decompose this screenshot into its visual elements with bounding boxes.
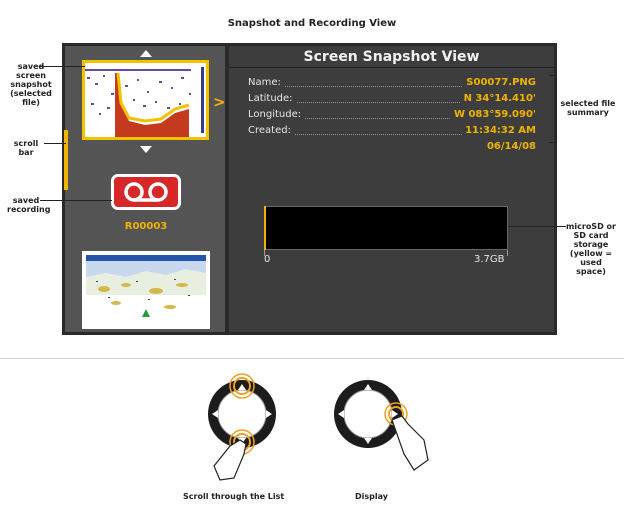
recording-label: R00003: [124, 221, 168, 232]
storage-min-label: 0: [264, 254, 271, 265]
storage-max-label: 3.7GB: [474, 254, 505, 265]
created-date: 06/14/08: [486, 141, 536, 152]
selected-file-summary: Name: S00077.PNG Latitude: N 34°14.410' …: [244, 75, 544, 155]
hand-icon: [213, 439, 247, 481]
storage-bar: [264, 206, 508, 250]
callout-scroll-bar: scroll bar: [13, 139, 39, 157]
page-heading: Snapshot and Recording View: [227, 18, 397, 29]
saved-snapshot-thumbnail[interactable]: [82, 60, 209, 140]
dial-icon: [208, 373, 276, 481]
caption-display: Display: [355, 492, 388, 501]
callout-bracket-top: [549, 75, 557, 76]
callout-bracket-summary: [556, 75, 557, 143]
name-label: Name:: [248, 77, 284, 88]
info-row-longitude: Longitude: W 083°59.090': [244, 107, 544, 123]
callout-line-recording: [40, 200, 112, 201]
storage-max-tick: [507, 250, 508, 256]
section-divider: [0, 358, 624, 359]
hand-icon: [391, 415, 429, 471]
arrow-down-icon[interactable]: [140, 146, 152, 153]
callout-storage: microSD or SD card storage (yellow = use…: [566, 222, 616, 276]
info-row-latitude: Latitude: N 34°14.410': [244, 91, 544, 107]
callout-line-storage: [508, 226, 566, 227]
info-row-created-date: 06/14/08: [244, 139, 544, 155]
callout-line-snapshot: [40, 66, 85, 67]
chart-map-image: [86, 255, 206, 325]
latitude-label: Latitude:: [248, 93, 296, 104]
longitude-value: W 083°59.090': [450, 109, 536, 120]
callout-file-summary: selected file summary: [560, 99, 616, 117]
callout-saved-snapshot: saved screen snapshot (selected file): [10, 62, 52, 107]
created-time: 11:34:32 AM: [462, 125, 536, 136]
callout-saved-recording: saved recording: [7, 196, 51, 214]
storage-used-fill: [264, 206, 266, 250]
recording-icon[interactable]: [111, 174, 181, 210]
screen-title: Screen Snapshot View: [229, 46, 554, 68]
chart-snapshot-thumbnail[interactable]: [82, 251, 210, 329]
info-row-created: Created: 11:34:32 AM: [244, 123, 544, 139]
callout-line-scroll: [44, 143, 66, 144]
name-value: S00077.PNG: [463, 77, 536, 88]
chevron-right-icon: >: [213, 93, 226, 111]
recording-glyph: [124, 182, 168, 202]
callout-bracket-bottom: [549, 142, 557, 143]
scroll-bar[interactable]: [64, 130, 68, 190]
info-row-name: Name: S00077.PNG: [244, 75, 544, 91]
dial-icon: [334, 380, 429, 471]
longitude-label: Longitude:: [248, 109, 305, 120]
arrow-up-icon[interactable]: [140, 50, 152, 57]
sonar-image: [85, 63, 206, 137]
latitude-value: N 34°14.410': [460, 93, 536, 104]
created-label: Created:: [248, 125, 294, 136]
caption-scroll-list: Scroll through the List: [183, 492, 285, 501]
